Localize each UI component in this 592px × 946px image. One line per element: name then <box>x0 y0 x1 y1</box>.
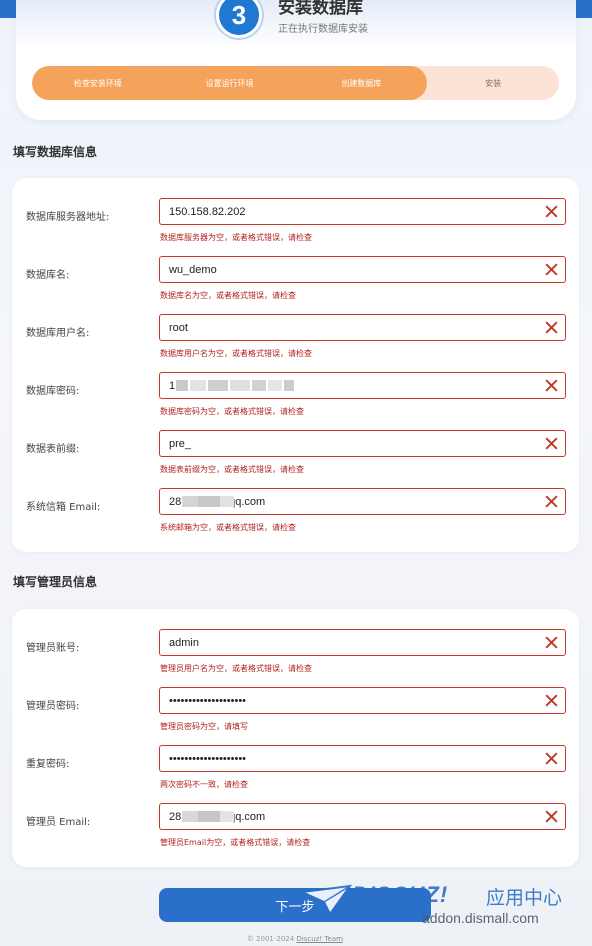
install-progress-bar: 检查安装环境 设置运行环境 创建数据库 安装 <box>32 66 559 100</box>
db-user-input[interactable] <box>159 314 566 341</box>
admin-account-input[interactable] <box>159 629 566 656</box>
db-name-row: 数据库名: 数据库名为空，或者格式错误，请检查 <box>12 256 579 314</box>
system-email-error: 系统邮箱为空，或者格式错误，请检查 <box>160 523 296 532</box>
db-prefix-label: 数据表前缀: <box>26 444 80 455</box>
clear-x-icon[interactable] <box>544 809 559 824</box>
clear-x-icon[interactable] <box>544 204 559 219</box>
db-password-input[interactable] <box>159 372 566 399</box>
db-user-label: 数据库用户名: <box>26 328 90 339</box>
db-form-card: 数据库服务器地址: 数据库服务器为空，或者格式错误，请检查 数据库名: 数据库名… <box>12 178 579 552</box>
step-title: 安装数据库 <box>278 0 363 18</box>
db-host-error: 数据库服务器为空，或者格式错误，请检查 <box>160 233 312 242</box>
admin-email-row: 管理员 Email: 管理员Email为空，或者格式错误，请检查 <box>12 803 579 861</box>
clear-x-icon[interactable] <box>544 494 559 509</box>
db-host-row: 数据库服务器地址: 数据库服务器为空，或者格式错误，请检查 <box>12 198 579 256</box>
system-email-row: 系统信箱 Email: 系统邮箱为空，或者格式错误，请检查 <box>12 488 579 546</box>
clear-x-icon[interactable] <box>544 635 559 650</box>
admin-password-label: 管理员密码: <box>26 701 80 712</box>
admin-account-error: 管理员用户名为空，或者格式错误，请检查 <box>160 664 312 673</box>
footer-copyright: © 2001-2024 <box>246 935 297 943</box>
admin-account-row: 管理员账号: 管理员用户名为空，或者格式错误，请检查 <box>12 629 579 687</box>
db-user-error: 数据库用户名为空，或者格式错误，请检查 <box>160 349 312 358</box>
db-user-row: 数据库用户名: 数据库用户名为空，或者格式错误，请检查 <box>12 314 579 372</box>
db-host-input[interactable] <box>159 198 566 225</box>
db-password-label: 数据库密码: <box>26 386 80 397</box>
admin-password-repeat-row: 重复密码: 两次密码不一致，请检查 <box>12 745 579 803</box>
db-host-label: 数据库服务器地址: <box>26 212 110 223</box>
top-left-accent <box>0 0 16 18</box>
db-prefix-error: 数据表前缀为空，或者格式错误，请检查 <box>160 465 304 474</box>
step-number-badge: 3 <box>216 0 262 38</box>
clear-x-icon[interactable] <box>544 378 559 393</box>
clear-x-icon[interactable] <box>544 751 559 766</box>
admin-password-repeat-input[interactable] <box>159 745 566 772</box>
top-right-accent <box>576 0 592 18</box>
clear-x-icon[interactable] <box>544 320 559 335</box>
db-name-error: 数据库名为空，或者格式错误，请检查 <box>160 291 296 300</box>
step-subtitle: 正在执行数据库安装 <box>278 24 368 35</box>
footer: © 2001-2024 Discuz! Team. <box>0 935 592 943</box>
system-email-input[interactable] <box>159 488 566 515</box>
admin-password-row: 管理员密码: 管理员密码为空，请填写 <box>12 687 579 745</box>
admin-email-input[interactable] <box>159 803 566 830</box>
clear-x-icon[interactable] <box>544 693 559 708</box>
db-password-error: 数据库密码为空，或者格式错误，请检查 <box>160 407 304 416</box>
admin-password-repeat-label: 重复密码: <box>26 759 70 770</box>
admin-form-card: 管理员账号: 管理员用户名为空，或者格式错误，请检查 管理员密码: 管理员密码为… <box>12 609 579 867</box>
admin-password-input[interactable] <box>159 687 566 714</box>
admin-email-error: 管理员Email为空，或者格式错误，请检查 <box>160 838 311 847</box>
progress-step-create-db: 创建数据库 <box>341 78 382 88</box>
db-prefix-row: 数据表前缀: 数据表前缀为空，或者格式错误，请检查 <box>12 430 579 488</box>
admin-section-title: 填写管理员信息 <box>13 575 98 589</box>
db-name-input[interactable] <box>159 256 566 283</box>
footer-suffix: . <box>342 935 346 943</box>
watermark-cn: 应用中心 <box>486 887 563 909</box>
system-email-label: 系统信箱 Email: <box>26 502 101 513</box>
clear-x-icon[interactable] <box>544 436 559 451</box>
clear-x-icon[interactable] <box>544 262 559 277</box>
db-password-row: 数据库密码: 数据库密码为空，或者格式错误，请检查 <box>12 372 579 430</box>
db-prefix-input[interactable] <box>159 430 566 457</box>
db-section-title: 填写数据库信息 <box>13 145 98 159</box>
db-name-label: 数据库名: <box>26 270 70 281</box>
watermark-url: addon.dismall.com <box>422 910 539 926</box>
admin-password-repeat-error: 两次密码不一致，请检查 <box>160 780 248 789</box>
progress-step-check-env: 检查安装环境 <box>73 78 122 88</box>
footer-team-link[interactable]: Discuz! Team <box>296 935 342 943</box>
step-header-card: 3 安装数据库 正在执行数据库安装 检查安装环境 设置运行环境 创建数据库 安装 <box>16 0 576 120</box>
admin-account-label: 管理员账号: <box>26 643 80 654</box>
admin-password-error: 管理员密码为空，请填写 <box>160 722 248 731</box>
progress-step-setup-env: 设置运行环境 <box>205 78 254 88</box>
admin-email-label: 管理员 Email: <box>26 817 91 828</box>
next-step-button[interactable]: 下一步 <box>159 888 431 922</box>
progress-step-install: 安装 <box>485 78 502 88</box>
